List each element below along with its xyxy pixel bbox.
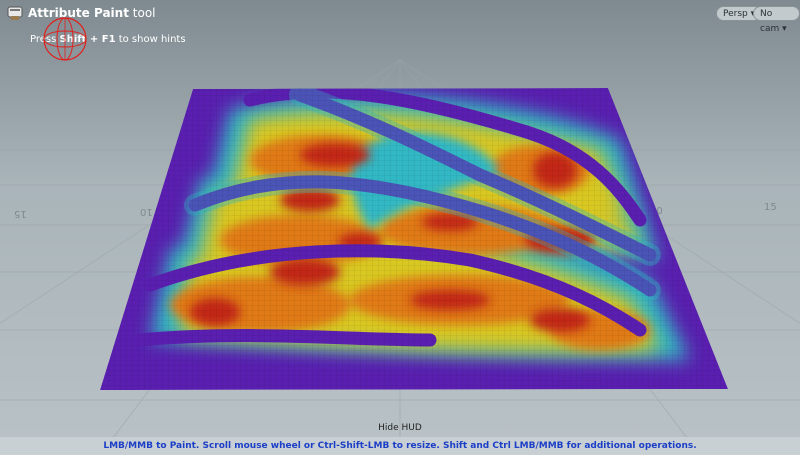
status-bar: LMB/MMB to Paint. Scroll mouse wheel or … (0, 437, 800, 455)
hide-hud-button[interactable]: Hide HUD (0, 423, 800, 433)
brush-cursor-icon (43, 17, 87, 61)
persp-label: Persp (723, 9, 748, 19)
camera-select-button[interactable]: No cam ▾ (753, 6, 800, 34)
tool-suffix: tool (132, 6, 156, 20)
painted-mesh[interactable] (0, 0, 800, 455)
paint-brush-icon (7, 6, 23, 20)
hide-hud-label: Hide HUD (378, 423, 422, 433)
viewport[interactable]: 15 10 10 15 (0, 0, 800, 455)
mesh-surface (100, 88, 728, 390)
hint-suffix: to show hints (118, 34, 186, 45)
chevron-down-icon: ▾ (782, 24, 787, 34)
status-message: LMB/MMB to Paint. Scroll mouse wheel or … (103, 441, 697, 451)
